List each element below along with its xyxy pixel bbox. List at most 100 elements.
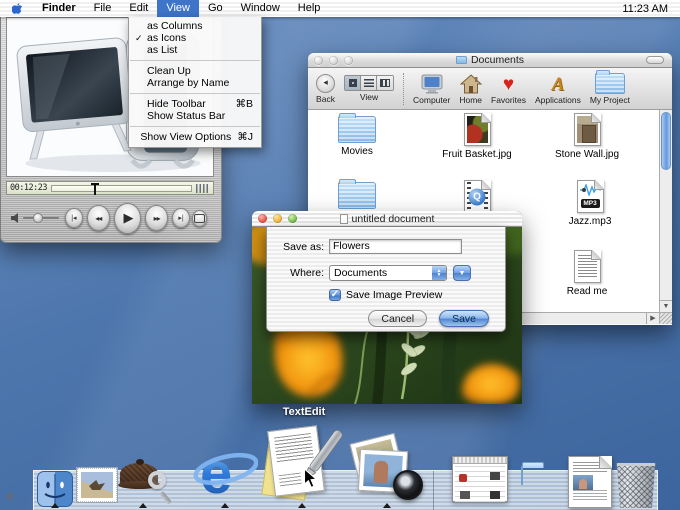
toolbar-separator bbox=[403, 73, 404, 105]
dock-icon-image-capture[interactable] bbox=[351, 434, 423, 506]
menu-separator bbox=[130, 126, 260, 127]
dock-icon-minimized-window[interactable] bbox=[452, 456, 508, 502]
menu-finder[interactable]: Finder bbox=[33, 0, 85, 17]
mp3-badge: MP3 bbox=[581, 199, 600, 208]
skip-forward-button[interactable] bbox=[172, 208, 190, 228]
zoom-button[interactable] bbox=[288, 214, 297, 223]
zoom-button[interactable] bbox=[344, 56, 353, 65]
folder-icon bbox=[456, 56, 467, 64]
popup-stepper-icon bbox=[432, 266, 446, 280]
volume-control bbox=[11, 213, 59, 223]
view-switcher[interactable]: View bbox=[344, 75, 394, 102]
save-button[interactable]: Save bbox=[439, 310, 489, 327]
dock-icon-folder[interactable] bbox=[521, 467, 523, 485]
menu-item-label: as List bbox=[147, 44, 253, 56]
menu-item-show-status-bar[interactable]: Show Status Bar bbox=[129, 110, 261, 122]
volume-slider[interactable] bbox=[23, 217, 59, 219]
checkbox-label: Save Image Preview bbox=[346, 289, 442, 301]
playhead[interactable] bbox=[94, 183, 96, 195]
menu-item-show-view-options[interactable]: Show View Options ⌘J bbox=[129, 131, 261, 143]
browse-disclosure-button[interactable] bbox=[453, 265, 471, 281]
toolbar-item-home[interactable]: Home bbox=[459, 72, 482, 105]
menu-file[interactable]: File bbox=[85, 0, 121, 17]
apple-menu[interactable] bbox=[0, 2, 33, 16]
dock-icon-finder[interactable] bbox=[37, 471, 73, 507]
minimize-button[interactable] bbox=[329, 56, 338, 65]
menu-item-as-columns[interactable]: as Columns bbox=[129, 20, 261, 32]
menu-item-clean-up[interactable]: Clean Up bbox=[129, 65, 261, 77]
desktop[interactable]: Finder File Edit View Go Window Help 11:… bbox=[0, 0, 680, 510]
vertical-scrollbar[interactable]: ▼ bbox=[659, 110, 672, 312]
save-image-preview-checkbox[interactable]: ✓ bbox=[329, 289, 341, 301]
preview-checkbox-row: ✓ Save Image Preview bbox=[267, 289, 505, 301]
file-icon-jazz-mp3[interactable]: MP3 Jazz.mp3 bbox=[540, 180, 640, 227]
scrubber-track[interactable] bbox=[51, 185, 192, 192]
dock-icon-trash[interactable] bbox=[615, 463, 657, 508]
mouse-cursor bbox=[303, 468, 318, 494]
close-button[interactable] bbox=[258, 214, 267, 223]
menu-go[interactable]: Go bbox=[199, 0, 232, 17]
toolbar-toggle-button[interactable] bbox=[646, 56, 664, 64]
scroll-right-arrow[interactable]: ▶ bbox=[646, 313, 659, 324]
back-button[interactable]: Back bbox=[316, 74, 335, 104]
menu-clock[interactable]: 11:23 AM bbox=[610, 3, 680, 15]
file-icon-fruit-basket[interactable]: Fruit Basket.jpg bbox=[427, 113, 527, 160]
list-icon bbox=[364, 79, 374, 87]
file-label: Jazz.mp3 bbox=[569, 216, 612, 227]
menu-item-arrange-by-name[interactable]: Arrange by Name bbox=[129, 77, 261, 89]
cancel-button[interactable]: Cancel bbox=[368, 310, 427, 327]
documents-title-bar[interactable]: Documents bbox=[308, 53, 672, 68]
menu-window[interactable]: Window bbox=[232, 0, 289, 17]
file-icon-quicktime-movie[interactable]: Q bbox=[427, 180, 527, 213]
rewind-button[interactable] bbox=[87, 205, 110, 231]
scrollbar-thumb[interactable] bbox=[661, 112, 671, 170]
dock-icon-sherlock[interactable] bbox=[118, 459, 168, 505]
file-icon-read-me[interactable]: Read me bbox=[537, 250, 637, 297]
menu-item-as-list[interactable]: as List bbox=[129, 44, 261, 56]
aqua-folder-icon bbox=[521, 466, 523, 485]
play-button[interactable] bbox=[114, 203, 141, 234]
menu-view[interactable]: View bbox=[157, 0, 199, 17]
resize-grip[interactable] bbox=[659, 312, 672, 324]
dock-icon-picture-document[interactable] bbox=[568, 456, 612, 508]
close-button[interactable] bbox=[314, 56, 323, 65]
minimize-button[interactable] bbox=[273, 214, 282, 223]
volume-knob[interactable] bbox=[33, 213, 43, 223]
toolbar-item-my-project[interactable]: My Project bbox=[590, 72, 630, 105]
apple-logo-icon bbox=[6, 489, 17, 507]
list-view-segment[interactable] bbox=[361, 76, 377, 90]
icon-view-segment[interactable] bbox=[345, 76, 361, 90]
view-segmented-control bbox=[344, 75, 394, 91]
file-icon-stone-wall[interactable]: Stone Wall.jpg bbox=[537, 113, 637, 160]
toolbar-item-favorites[interactable]: ♥ Favorites bbox=[491, 72, 526, 105]
view-label: View bbox=[360, 92, 378, 102]
stamp-picture bbox=[81, 472, 113, 498]
toolbar-item-computer[interactable]: Computer bbox=[413, 72, 450, 105]
waveform-icon bbox=[580, 184, 601, 196]
file-icon-folder[interactable] bbox=[308, 182, 407, 209]
folder-icon bbox=[338, 116, 376, 143]
menu-item-hide-toolbar[interactable]: Hide Toolbar ⌘B bbox=[129, 98, 261, 110]
audio-level-meter bbox=[196, 184, 210, 193]
menu-edit[interactable]: Edit bbox=[120, 0, 157, 17]
untitled-document-window: untitled document bbox=[252, 211, 522, 404]
dock-icon-internet-explorer[interactable]: e bbox=[192, 441, 258, 503]
save-as-input[interactable]: Flowers bbox=[329, 239, 462, 254]
untitled-title-bar[interactable]: untitled document bbox=[252, 211, 522, 227]
fast-forward-button[interactable] bbox=[145, 205, 168, 231]
file-icon-movies[interactable]: Movies bbox=[308, 116, 407, 157]
menu-item-as-icons[interactable]: ✓ as Icons bbox=[129, 32, 261, 44]
dock-hover-label: TextEdit bbox=[266, 406, 342, 418]
pen-icon bbox=[289, 426, 347, 496]
scroll-down-arrow[interactable]: ▼ bbox=[660, 300, 672, 312]
dock-icon-textedit[interactable] bbox=[261, 424, 343, 506]
toolbar-item-applications[interactable]: A Applications bbox=[535, 72, 581, 105]
column-view-segment[interactable] bbox=[377, 76, 393, 90]
view-menu-dropdown: as Columns ✓ as Icons as List Clean Up A… bbox=[128, 17, 262, 148]
tv-button[interactable] bbox=[192, 210, 207, 227]
dock-icon-mail[interactable] bbox=[77, 468, 117, 502]
computer-icon bbox=[420, 72, 444, 94]
skip-back-button[interactable] bbox=[65, 208, 83, 228]
where-popup[interactable]: Documents bbox=[329, 265, 447, 281]
menu-help[interactable]: Help bbox=[289, 0, 330, 17]
